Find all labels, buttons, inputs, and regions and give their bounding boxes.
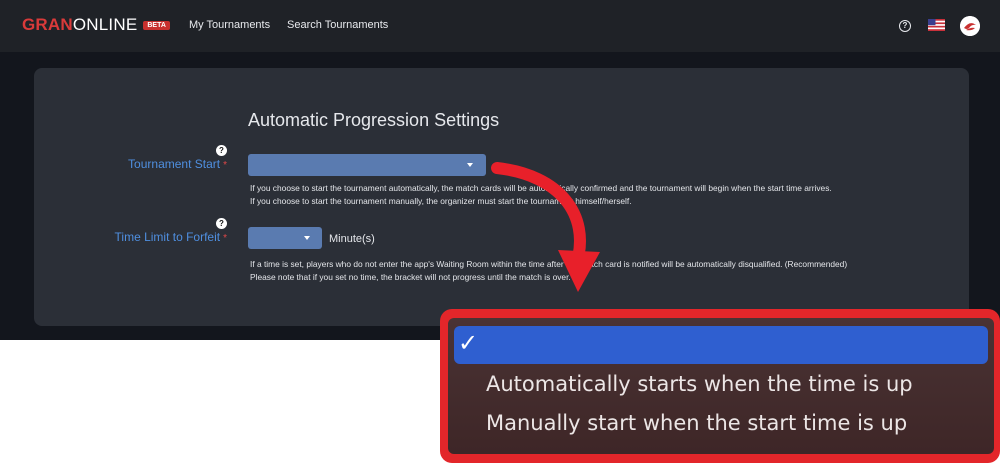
checkmark-icon: ✓ <box>458 329 479 357</box>
dropdown-option-empty[interactable] <box>454 326 988 364</box>
dropdown-option-manual[interactable]: Manually start when the start time is up <box>486 411 907 435</box>
dropdown-option-automatic[interactable]: Automatically starts when the time is up <box>486 372 913 396</box>
